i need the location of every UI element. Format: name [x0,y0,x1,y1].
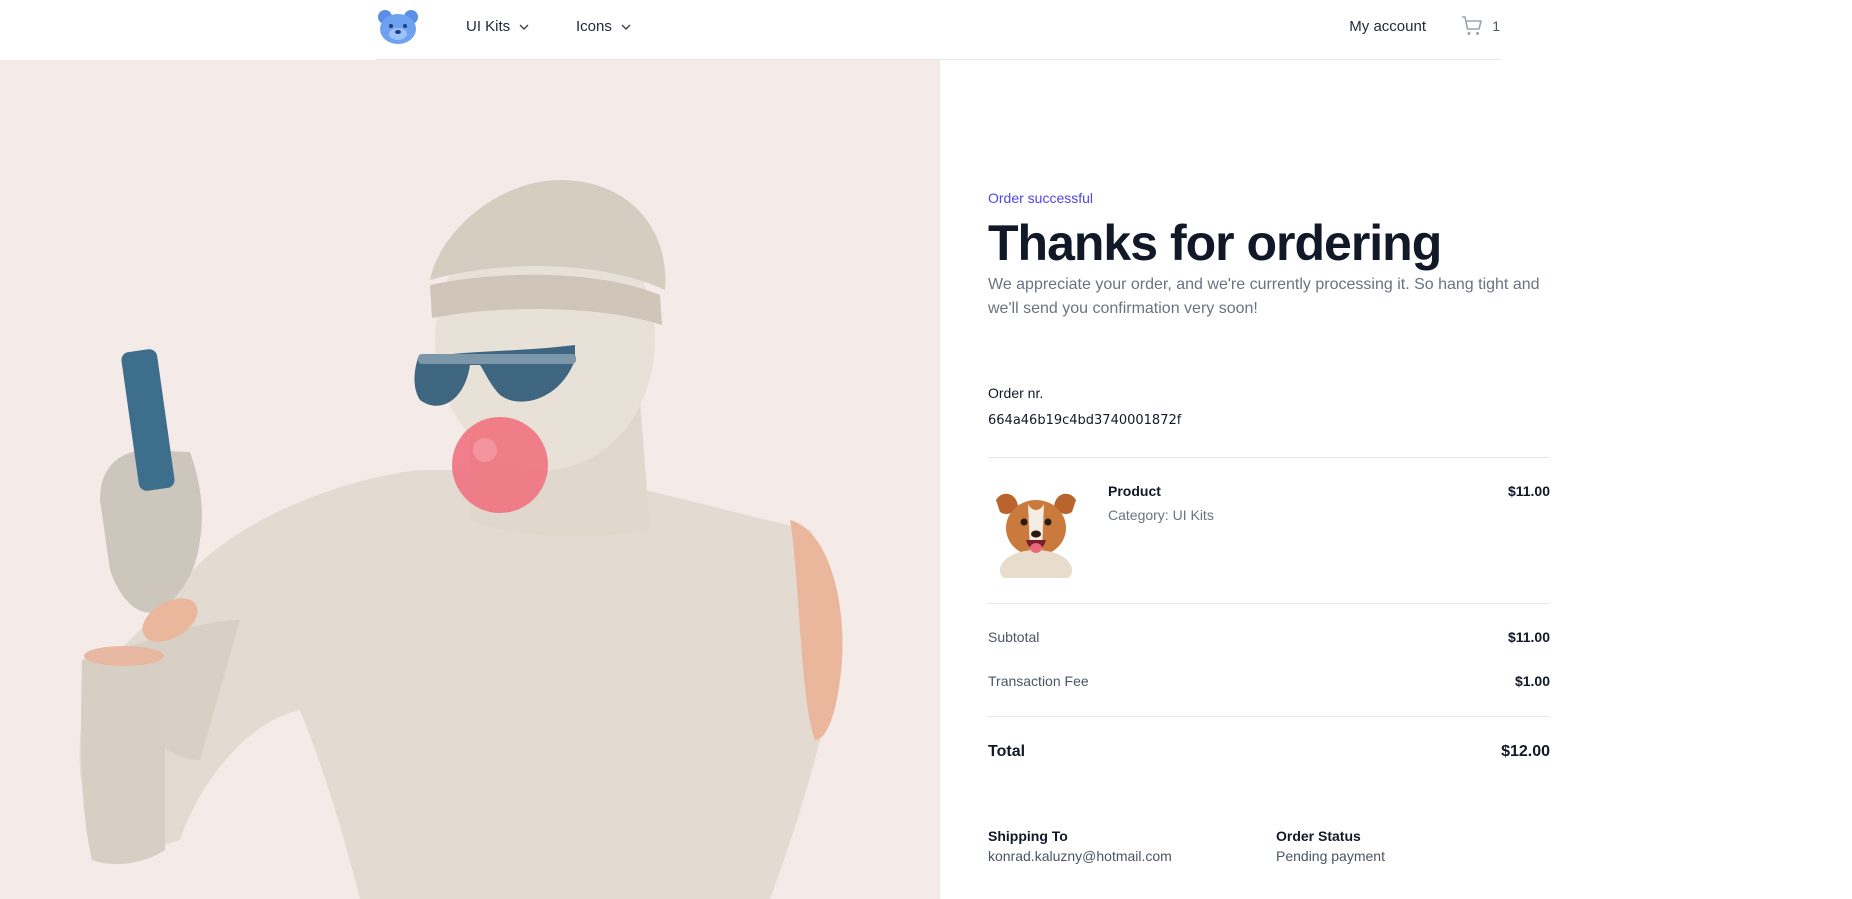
order-number: 664a46b19c4bd3740001872f [988,413,1182,428]
subtotal-label: Subtotal [988,629,1040,645]
order-number-label: Order nr. [988,385,1044,401]
nav-ui-kits-label: UI Kits [466,18,511,35]
divider [988,457,1550,458]
nav-icons-label: Icons [576,18,612,35]
shopping-cart-icon [1462,16,1483,35]
my-account-link[interactable]: My account [1349,18,1426,35]
hero-image [0,60,940,899]
order-status-label: Order Status [1276,828,1361,844]
cart-button[interactable]: 1 [1460,14,1500,38]
transaction-fee-label: Transaction Fee [988,673,1089,689]
order-status-eyebrow: Order successful [988,190,1094,206]
shipping-email: konrad.kaluzny@hotmail.com [988,848,1172,864]
product-category: Category: UI Kits [1108,507,1214,523]
transaction-fee-value: $1.00 [1514,673,1550,689]
cart-count: 1 [1492,18,1500,34]
header-bar: UI Kits Icons My account 1 [376,0,1500,60]
divider [988,603,1550,604]
bear-logo-icon[interactable] [376,8,420,46]
nav-icons[interactable]: Icons [576,18,632,35]
product-name: Product [1108,483,1161,499]
shipping-label: Shipping To [988,828,1068,844]
site-header: UI Kits Icons My account 1 [0,0,1852,60]
product-image [988,482,1084,578]
subtotal-value: $11.00 [1507,629,1550,645]
total-label: Total [988,743,1026,760]
chevron-down-icon [519,24,529,30]
product-price: $11.00 [1507,483,1550,499]
page-title: Thanks for ordering [988,215,1442,271]
total-value: $12.00 [1501,743,1550,760]
dog-photo-icon [988,482,1084,578]
order-status-value: Pending payment [1276,848,1385,864]
nav-ui-kits[interactable]: UI Kits [466,18,530,35]
divider [988,716,1550,717]
page-subtitle: We appreciate your order, and we're curr… [988,276,1540,317]
chevron-down-icon [621,24,631,30]
